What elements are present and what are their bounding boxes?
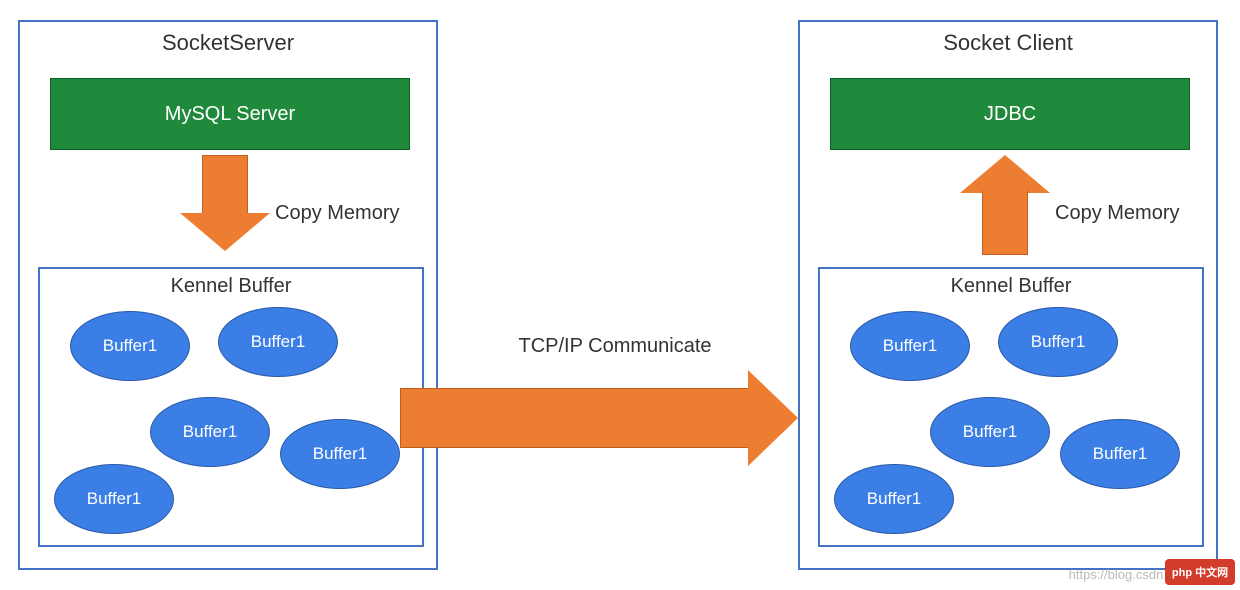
copy-memory-right-label: Copy Memory [1055,202,1179,225]
buffer-label: Buffer1 [963,422,1018,442]
socket-client-title: Socket Client [800,30,1216,56]
mysql-server-label: MySQL Server [165,103,295,126]
kernel-buffer-right-title: Kennel Buffer [820,275,1202,298]
buffer-ellipse: Buffer1 [280,419,400,489]
buffer-label: Buffer1 [1093,444,1148,464]
logo-label: php 中文网 [1172,564,1228,580]
buffer-ellipse: Buffer1 [1060,419,1180,489]
socket-server-title: SocketServer [20,30,436,56]
tcp-arrow-right-icon [400,370,800,470]
buffer-label: Buffer1 [1031,332,1086,352]
socket-client-panel: Socket Client JDBC Copy Memory Kennel Bu… [798,20,1218,570]
buffer-ellipse: Buffer1 [150,397,270,467]
buffer-label: Buffer1 [103,336,158,356]
buffer-ellipse: Buffer1 [998,307,1118,377]
buffer-label: Buffer1 [313,444,368,464]
buffer-label: Buffer1 [251,332,306,352]
tcp-ip-label: TCP/IP Communicate [465,335,765,358]
buffer-ellipse: Buffer1 [930,397,1050,467]
kernel-buffer-right: Kennel Buffer Buffer1 Buffer1 Buffer1 Bu… [818,267,1204,547]
buffer-label: Buffer1 [183,422,238,442]
buffer-label: Buffer1 [867,489,922,509]
kernel-buffer-left-title: Kennel Buffer [40,275,422,298]
copy-memory-left-label: Copy Memory [275,202,399,225]
socket-server-panel: SocketServer MySQL Server Copy Memory Ke… [18,20,438,570]
kernel-buffer-left: Kennel Buffer Buffer1 Buffer1 Buffer1 Bu… [38,267,424,547]
jdbc-box: JDBC [830,78,1190,150]
php-cn-logo: php 中文网 [1165,559,1235,585]
buffer-ellipse: Buffer1 [70,311,190,381]
buffer-label: Buffer1 [87,489,142,509]
mysql-server-box: MySQL Server [50,78,410,150]
buffer-label: Buffer1 [883,336,938,356]
buffer-ellipse: Buffer1 [834,464,954,534]
arrow-up-icon [960,155,1050,255]
buffer-ellipse: Buffer1 [218,307,338,377]
arrow-down-icon [180,155,270,255]
buffer-ellipse: Buffer1 [850,311,970,381]
buffer-ellipse: Buffer1 [54,464,174,534]
jdbc-label: JDBC [984,103,1036,126]
